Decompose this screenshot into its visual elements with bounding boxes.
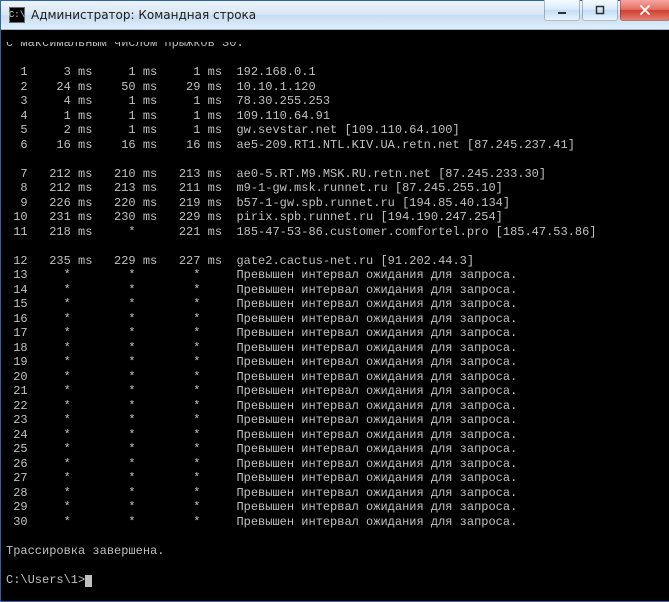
- minimize-icon: [557, 5, 567, 15]
- close-icon: [639, 5, 651, 15]
- minimize-button[interactable]: [544, 0, 580, 21]
- text-cursor: [85, 575, 92, 587]
- title-bar[interactable]: C:\ Администратор: Командная строка: [1, 1, 669, 30]
- close-button[interactable]: [620, 0, 669, 21]
- cmd-icon-glyph: C:\: [9, 11, 25, 20]
- cmd-window: C:\ Администратор: Командная строка Micr…: [0, 0, 669, 602]
- window-buttons: [544, 0, 669, 21]
- maximize-icon: [595, 5, 605, 15]
- prompt-current: C:\Users\1>: [6, 573, 85, 587]
- console-output[interactable]: Microsoft Windows [Version 6.1.7601] (c)…: [1, 42, 663, 589]
- cmd-icon: C:\: [9, 7, 25, 23]
- maximize-button[interactable]: [582, 0, 618, 21]
